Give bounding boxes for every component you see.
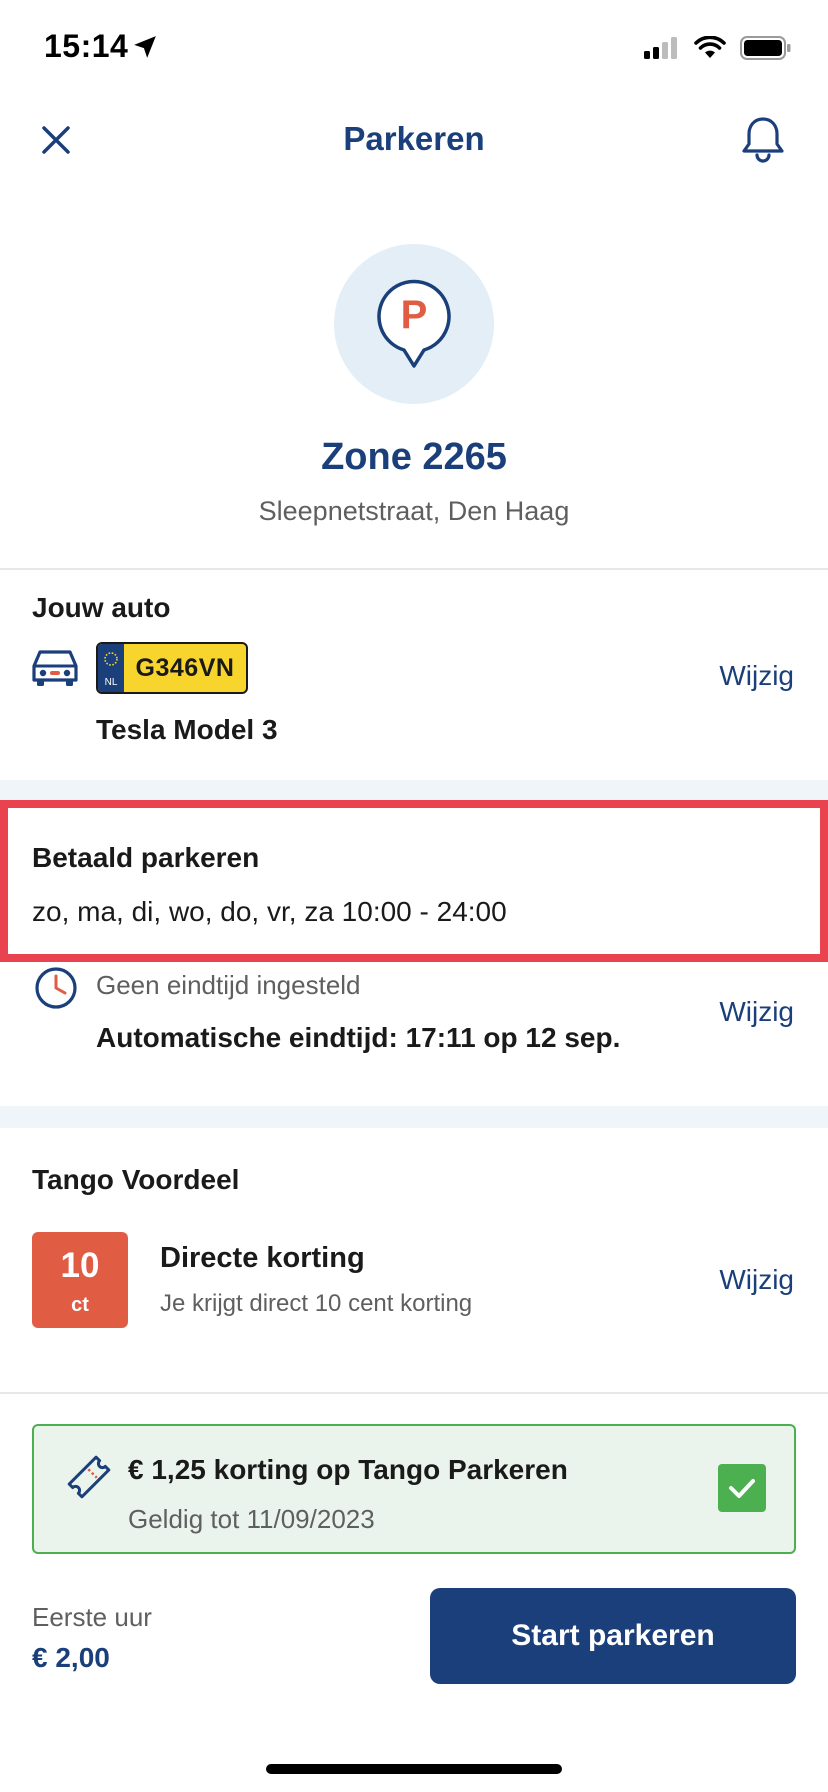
plate-number: G346VN [135, 654, 235, 682]
nav-bar: Parkeren [0, 100, 828, 180]
location-arrow-icon [132, 34, 158, 65]
end-time-subtitle: Geen eindtijd ingesteld [96, 970, 361, 1000]
battery-icon [740, 36, 792, 65]
discount-badge-value: 10 [60, 1246, 100, 1285]
voucher-valid-until: Geldig tot 11/09/2023 [128, 1504, 375, 1534]
home-indicator [266, 1764, 562, 1774]
parking-pin-icon: P [376, 274, 452, 379]
ticket-icon [64, 1452, 114, 1507]
divider [0, 568, 828, 570]
voucher-title: € 1,25 korting op Tango Parkeren [128, 1454, 568, 1485]
change-end-time-link[interactable]: Wijzig [719, 996, 794, 1028]
voucher-card[interactable]: € 1,25 korting op Tango Parkeren Geldig … [32, 1424, 796, 1554]
discount-title: Directe korting [160, 1242, 365, 1274]
parking-zone-badge: P [334, 244, 494, 404]
signal-icon [644, 37, 680, 64]
eu-flag-icon: NL [98, 644, 124, 692]
status-time: 15:14 [44, 28, 129, 64]
section-separator [0, 780, 828, 800]
change-car-link[interactable]: Wijzig [719, 660, 794, 692]
status-bar: 15:14 [0, 0, 828, 100]
car-section-title: Jouw auto [32, 592, 171, 623]
voucher-checkbox[interactable] [718, 1464, 766, 1512]
automatic-end-time: Automatische eindtijd: 17:11 op 12 sep. [96, 1022, 621, 1053]
clock-icon [34, 966, 78, 1015]
wifi-icon [694, 35, 726, 65]
divider [0, 1392, 828, 1394]
car-model: Tesla Model 3 [96, 714, 278, 745]
bell-icon[interactable] [740, 114, 786, 164]
change-advantage-link[interactable]: Wijzig [719, 1264, 794, 1296]
discount-description: Je krijgt direct 10 cent korting [160, 1290, 473, 1317]
paid-parking-hours: zo, ma, di, wo, do, vr, za 10:00 - 24:00 [32, 896, 507, 927]
price-label: Eerste uur [32, 1602, 152, 1632]
svg-text:P: P [401, 293, 428, 337]
car-icon [30, 644, 80, 693]
license-plate: NL G346VN [96, 642, 248, 694]
discount-badge-unit: ct [71, 1294, 89, 1316]
plate-country: NL [104, 677, 118, 688]
paid-parking-title: Betaald parkeren [32, 842, 260, 873]
section-separator [0, 1106, 828, 1128]
page-title: Parkeren [343, 120, 485, 157]
zone-title: Zone 2265 [321, 436, 507, 478]
zone-address: Sleepnetstraat, Den Haag [258, 496, 570, 526]
discount-badge: 10 ct [32, 1232, 128, 1328]
paid-parking-card: Betaald parkeren zo, ma, di, wo, do, vr,… [0, 800, 828, 962]
price-value: € 2,00 [32, 1642, 110, 1673]
advantage-section-title: Tango Voordeel [32, 1164, 240, 1195]
start-parking-button[interactable]: Start parkeren [430, 1588, 796, 1684]
status-icons [644, 35, 792, 65]
